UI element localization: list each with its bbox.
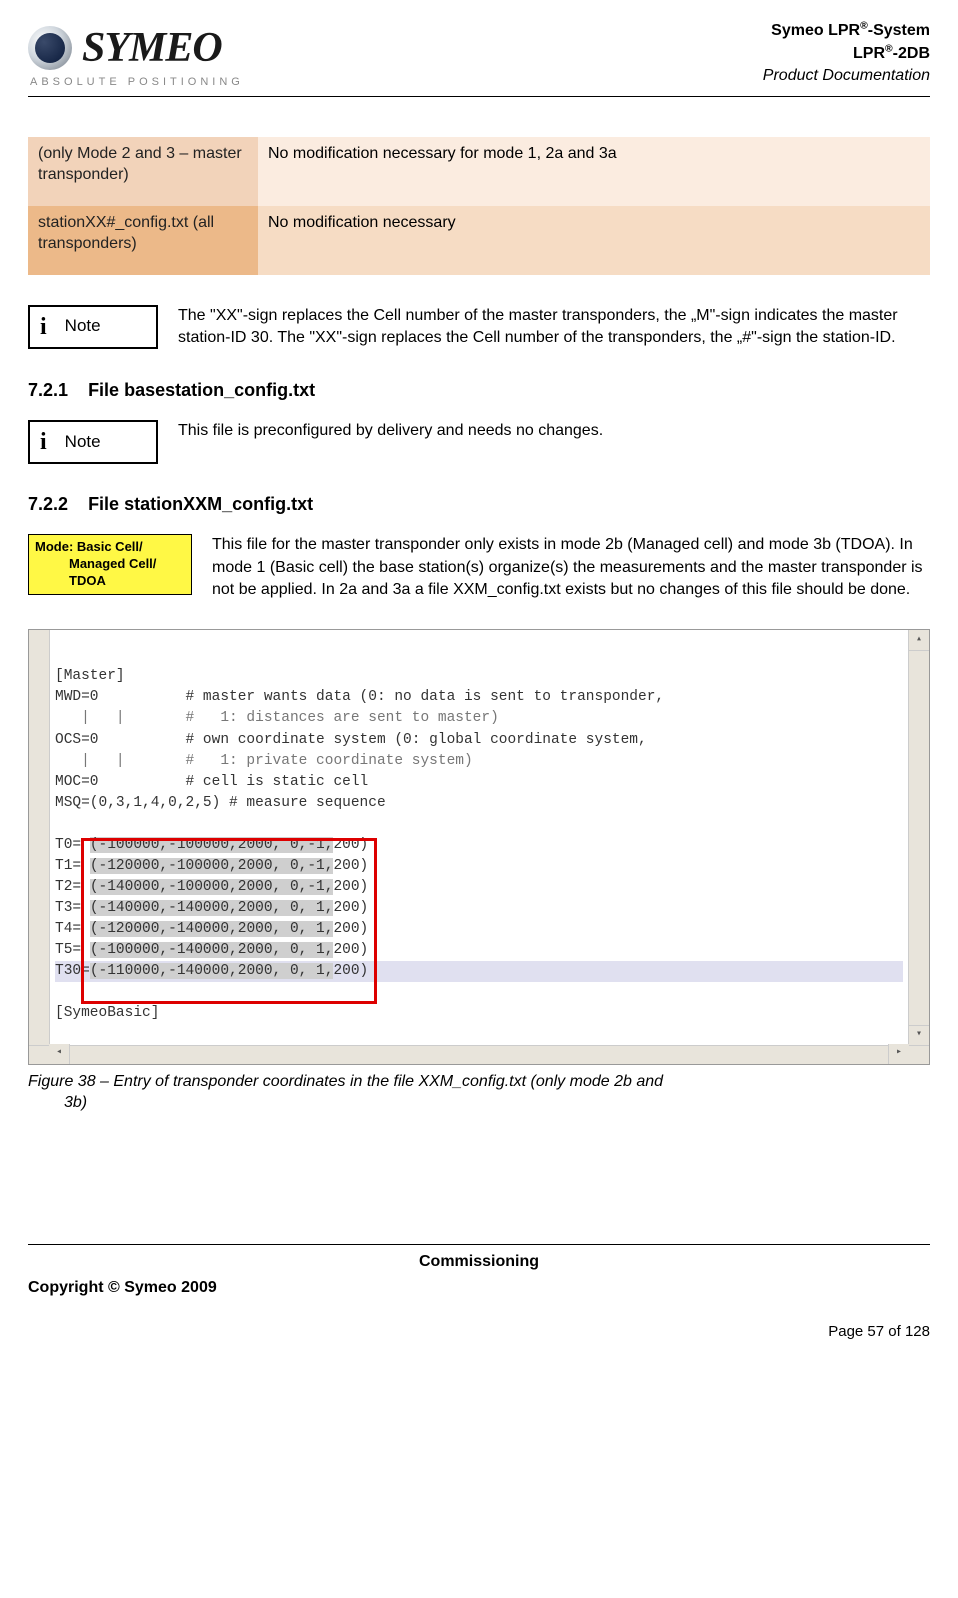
code-line: [SymeoBasic] (55, 1005, 159, 1021)
text-editor-screenshot: ▴ ▾ ◂ ▸ [Master] MWD=0 # master wants da… (28, 629, 930, 1064)
code-line: T3= (55, 900, 90, 916)
reg-mark-icon: ® (885, 44, 893, 55)
sec-num: 7.2.1 (28, 380, 68, 400)
code-line: | | # 1: distances are sent to master) (55, 710, 499, 726)
cell-filename: stationXX#_config.txt (all transponders) (28, 206, 258, 275)
code-line: T5= (55, 942, 90, 958)
cell-desc: No modification necessary (258, 206, 930, 275)
code-line: T0= (55, 837, 90, 853)
hdr-line1b: -System (868, 22, 930, 39)
code-line: OCS=0 # own coordinate system (0: global… (55, 732, 647, 748)
code-line: 200) (333, 921, 368, 937)
code-line: | | # 1: private coordinate system) (55, 753, 473, 769)
cell-desc: No modification necessary for mode 1, 2a… (258, 137, 930, 206)
mode-block: Mode: Basic Cell/ Managed Cell/ TDOA Thi… (28, 534, 930, 601)
scroll-up-icon: ▴ (908, 630, 929, 651)
section-heading-721: 7.2.1 File basestation_config.txt (28, 378, 930, 402)
figure-caption: Figure 38 – Entry of transponder coordin… (28, 1071, 930, 1114)
code-line: T1= (55, 858, 90, 874)
code-line: [Master] (55, 668, 125, 684)
code-line: MOC=0 # cell is static cell (55, 774, 368, 790)
note-block: i Note The "XX"-sign replaces the Cell n… (28, 305, 930, 350)
scroll-right-icon: ▸ (888, 1044, 909, 1064)
cell-filename: (only Mode 2 and 3 – master transponder) (28, 137, 258, 206)
sec-title: File basestation_config.txt (88, 380, 315, 400)
code-line: 200) (333, 963, 368, 979)
logo-text: SYMEO (82, 20, 222, 77)
hdr-line2b: -2DB (893, 45, 930, 62)
note-label: Note (65, 431, 101, 454)
note-text: The "XX"-sign replaces the Cell number o… (178, 305, 930, 350)
logo-sphere-icon (28, 26, 72, 70)
code-line: 200) (333, 879, 368, 895)
scroll-left-icon: ◂ (49, 1044, 70, 1064)
footer-section-title: Commissioning (28, 1251, 930, 1273)
mode-line3: TDOA (69, 573, 185, 590)
code-sel: (-140000,-100000,2000, 0,-1, (90, 879, 334, 895)
page-footer: Commissioning Copyright © Symeo 2009 Pag… (28, 1244, 930, 1342)
scroll-down-icon: ▾ (908, 1025, 929, 1046)
hdr-line3: Product Documentation (763, 65, 930, 87)
config-table: (only Mode 2 and 3 – master transponder)… (28, 137, 930, 275)
info-icon: i (40, 426, 47, 458)
header-product-info: Symeo LPR®-System LPR®-2DB Product Docum… (763, 20, 930, 88)
page-number: Page 57 of 128 (28, 1322, 930, 1342)
reg-mark-icon: ® (860, 21, 868, 32)
mode-line1: Mode: Basic Cell/ (35, 539, 143, 554)
code-sel: (-120000,-100000,2000, 0,-1, (90, 858, 334, 874)
code-line: MWD=0 # master wants data (0: no data is… (55, 689, 664, 705)
table-row: stationXX#_config.txt (all transponders)… (28, 206, 930, 275)
scrollbar-horizontal (29, 1045, 929, 1064)
mode-badge: Mode: Basic Cell/ Managed Cell/ TDOA (28, 534, 192, 595)
code-sel: (-120000,-140000,2000, 0, 1, (90, 921, 334, 937)
note-block: i Note This file is preconfigured by del… (28, 420, 930, 464)
scrollbar-vertical (908, 630, 929, 1063)
code-line: T30= (55, 963, 90, 979)
code-line: 200) (333, 900, 368, 916)
sec-num: 7.2.2 (28, 494, 68, 514)
code-line: 200) (333, 942, 368, 958)
note-label: Note (65, 315, 101, 338)
logo: SYMEO ABSOLUTE POSITIONING (28, 20, 244, 90)
table-row: (only Mode 2 and 3 – master transponder)… (28, 137, 930, 206)
hdr-line1a: Symeo LPR (771, 22, 860, 39)
code-line: 200) (333, 858, 368, 874)
info-icon: i (40, 311, 47, 343)
note-badge: i Note (28, 420, 158, 464)
section-heading-722: 7.2.2 File stationXXM_config.txt (28, 492, 930, 516)
mode-line2: Managed Cell/ (69, 556, 185, 573)
code-sel: (-100000,-140000,2000, 0, 1, (90, 942, 334, 958)
logo-tagline: ABSOLUTE POSITIONING (30, 75, 244, 90)
note-badge: i Note (28, 305, 158, 349)
code-line: MSQ=(0,3,1,4,0,2,5) # measure sequence (55, 795, 386, 811)
hdr-line2a: LPR (853, 45, 885, 62)
code-line: T2= (55, 879, 90, 895)
code-line: 200) (333, 837, 368, 853)
copyright: Copyright © Symeo 2009 (28, 1277, 217, 1299)
code-line: T4= (55, 921, 90, 937)
figcap-line1: Figure 38 – Entry of transponder coordin… (28, 1073, 663, 1090)
editor-content: [Master] MWD=0 # master wants data (0: n… (55, 666, 903, 1023)
figcap-line2: 3b) (64, 1092, 930, 1114)
page-header: SYMEO ABSOLUTE POSITIONING Symeo LPR®-Sy… (28, 20, 930, 97)
editor-gutter (29, 630, 50, 1063)
sec-title: File stationXXM_config.txt (88, 494, 313, 514)
code-sel: (-100000,-100000,2000, 0,-1, (90, 837, 334, 853)
para-722: This file for the master transponder onl… (212, 534, 930, 601)
code-sel: (-140000,-140000,2000, 0, 1, (90, 900, 334, 916)
code-sel: (-110000,-140000,2000, 0, 1, (90, 963, 334, 979)
note-text: This file is preconfigured by delivery a… (178, 420, 603, 442)
